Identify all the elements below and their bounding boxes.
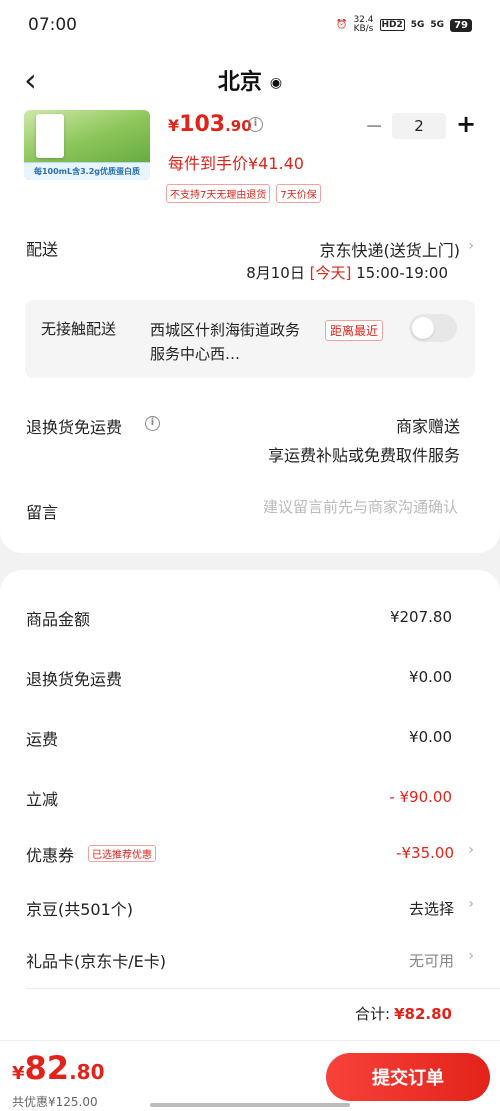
- price-int: 103: [179, 112, 226, 137]
- summary-key: 立减: [26, 790, 59, 809]
- product-banner: 每100mL含3.2g优质蛋白质: [24, 162, 150, 180]
- pay-dec: .80: [69, 1060, 105, 1084]
- summary-card: 商品金额 ¥207.80 退换货免运费 ¥0.00 运费 ¥0.00 立减 - …: [0, 570, 500, 1040]
- net-speed: 32.4 KB/s: [353, 15, 374, 34]
- summary-key: 商品金额: [26, 610, 91, 629]
- delivery-window: 15:00-19:00: [356, 264, 448, 282]
- summary-value: ¥0.00: [409, 668, 452, 686]
- contactless-delivery-box: 无接触配送 西城区什刹海街道政务服务中心西… 距离最近: [25, 300, 475, 378]
- info-icon[interactable]: i: [248, 117, 263, 132]
- milk-carton-image: [36, 114, 64, 158]
- pay-int: 82: [24, 1049, 70, 1087]
- signal-icon-1: 5G: [410, 20, 425, 30]
- signal-icon-2: 5G: [430, 20, 445, 30]
- coupon-row[interactable]: 优惠券 已选推荐优惠 -¥35.00 ›: [0, 842, 500, 872]
- return-desc: 享运费补贴或免费取件服务: [267, 446, 460, 465]
- battery-icon: 79: [450, 18, 472, 32]
- bottom-bar: ¥82.80 共优惠¥125.00 提交订单: [0, 1040, 500, 1111]
- pay-price: ¥82.80: [12, 1049, 105, 1087]
- product-image[interactable]: 每100mL含3.2g优质蛋白质: [24, 110, 150, 180]
- product-tags: 不支持7天无理由退货 7天价保: [166, 184, 321, 203]
- summary-key: 退换货免运费: [26, 670, 123, 689]
- summary-row: 商品金额 ¥207.80: [0, 606, 500, 636]
- divider: [26, 988, 500, 989]
- delivery-label: 配送: [26, 240, 59, 259]
- contactless-label: 无接触配送: [41, 320, 117, 338]
- summary-row: 立减 - ¥90.00: [0, 786, 500, 816]
- coupon-tag: 已选推荐优惠: [88, 845, 156, 862]
- quantity-input[interactable]: 2: [392, 113, 446, 139]
- order-card: 每100mL含3.2g优质蛋白质 ¥103.90 i − 2 + 每件到手价¥4…: [0, 110, 500, 553]
- status-bar: 07:00 ⏰ 32.4 KB/s HD2 5G 5G 79: [0, 0, 500, 50]
- summary-key: 礼品卡(京东卡/E卡): [26, 952, 166, 971]
- no-return-tag: 不支持7天无理由退货: [166, 184, 271, 203]
- note-input[interactable]: [150, 498, 458, 516]
- delivery-time[interactable]: 8月10日 [今天] 15:00-19:00: [246, 262, 448, 283]
- summary-key: 运费: [26, 730, 59, 749]
- summary-key: 优惠券: [26, 846, 75, 865]
- delivery-method[interactable]: 京东快递(送货上门): [320, 237, 461, 261]
- contactless-address: 西城区什刹海街道政务服务中心西…: [150, 321, 301, 363]
- giftcard-row[interactable]: 礼品卡(京东卡/E卡) 无可用 ›: [0, 948, 500, 978]
- chevron-right-icon[interactable]: ›: [468, 238, 474, 254]
- location-pin-icon[interactable]: ◉: [270, 75, 282, 91]
- home-indicator: [150, 1103, 350, 1107]
- alarm-icon: ⏰: [336, 20, 348, 30]
- jingdou-row[interactable]: 京豆(共501个) 去选择 ›: [0, 896, 500, 926]
- status-time: 07:00: [28, 15, 77, 35]
- chevron-right-icon: ›: [468, 948, 474, 964]
- page-title: 北京 ◉: [0, 64, 500, 96]
- pay-symbol: ¥: [12, 1063, 25, 1084]
- unit-price: 每件到手价¥41.40: [168, 154, 304, 173]
- summary-value: 无可用: [408, 952, 454, 970]
- chevron-right-icon: ›: [468, 896, 474, 912]
- note-label: 留言: [26, 503, 59, 522]
- summary-value: ¥207.80: [389, 608, 452, 626]
- price-symbol: ¥: [168, 116, 180, 135]
- price-protect-tag: 7天价保: [276, 184, 321, 203]
- chevron-right-icon: ›: [468, 842, 474, 858]
- quantity-minus-button[interactable]: −: [365, 114, 383, 139]
- summary-key: 京豆(共501个): [26, 900, 134, 919]
- summary-value: - ¥90.00: [389, 788, 452, 806]
- return-value: 商家赠送: [395, 417, 460, 436]
- toggle-knob: [412, 317, 434, 339]
- nav-header: ‹ 北京 ◉: [0, 50, 500, 110]
- total-label: 合计:: [355, 1005, 391, 1023]
- status-icons: ⏰ 32.4 KB/s HD2 5G 5G 79: [336, 16, 472, 34]
- summary-value: -¥35.00: [396, 844, 454, 862]
- hd-icon: HD2: [379, 19, 405, 31]
- saved-text: 共优惠¥125.00: [12, 1095, 98, 1109]
- summary-value: ¥0.00: [409, 728, 452, 746]
- delivery-date: 8月10日: [246, 264, 305, 282]
- quantity-plus-button[interactable]: +: [456, 110, 476, 138]
- total-value: ¥82.80: [394, 1005, 452, 1023]
- summary-value: 去选择: [408, 900, 454, 918]
- summary-row: 运费 ¥0.00: [0, 726, 500, 756]
- city-label: 北京: [217, 70, 262, 95]
- summary-total: 合计: ¥82.80: [355, 1003, 452, 1024]
- nearest-tag: 距离最近: [325, 320, 384, 341]
- submit-order-button[interactable]: 提交订单: [326, 1053, 490, 1101]
- product-price: ¥103.90: [168, 112, 252, 137]
- delivery-today: [今天]: [309, 264, 352, 282]
- summary-row: 退换货免运费 ¥0.00: [0, 666, 500, 696]
- return-label: 退换货免运费: [26, 418, 123, 437]
- contactless-toggle[interactable]: [409, 314, 457, 342]
- return-info-icon[interactable]: i: [145, 416, 160, 431]
